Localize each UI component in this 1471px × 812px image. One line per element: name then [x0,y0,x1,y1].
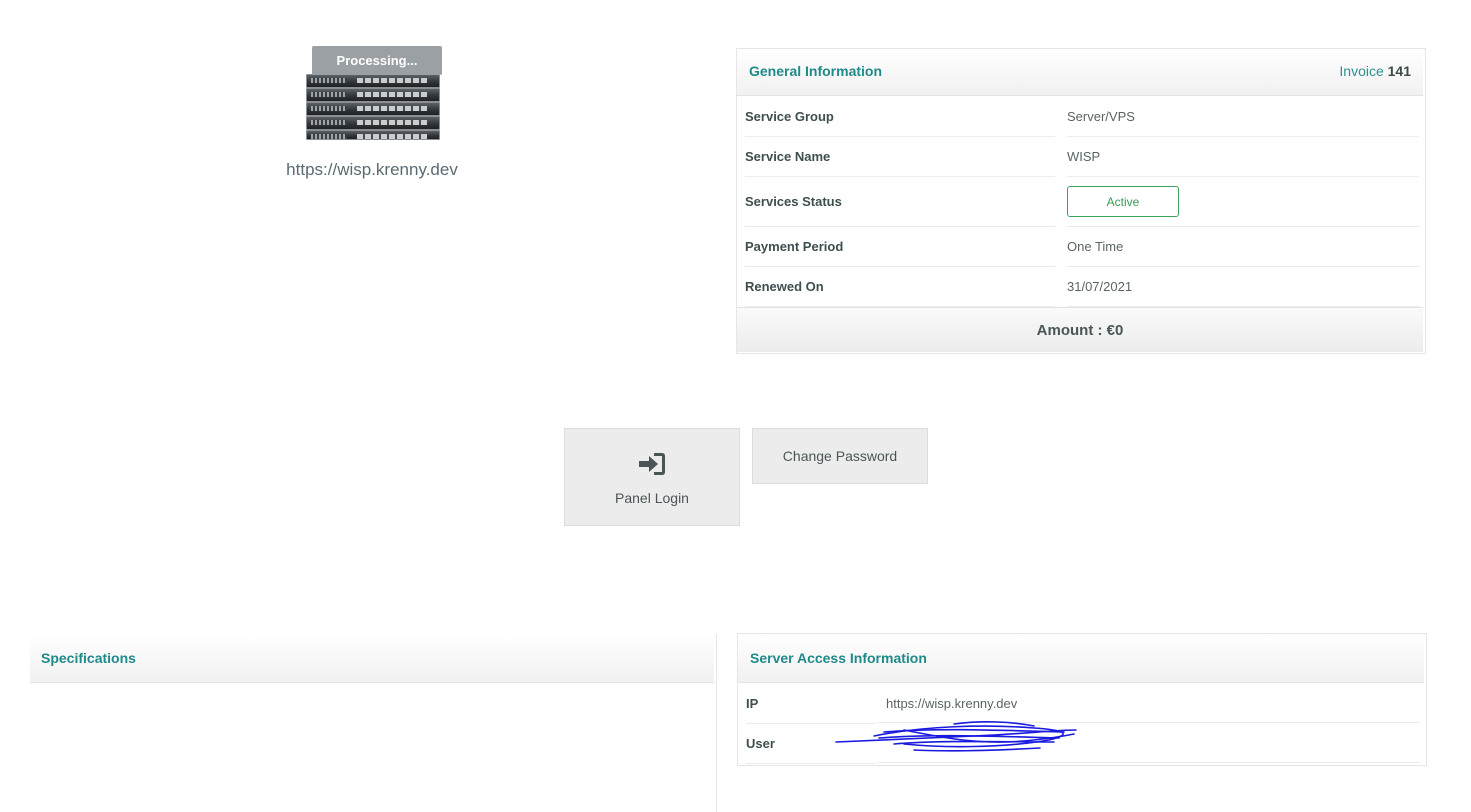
info-row-payment-period: Payment Period One Time [737,227,1423,267]
invoice-label: Invoice [1339,63,1384,79]
server-access-header: Server Access Information [738,634,1424,683]
info-label: Services Status [745,177,1055,227]
info-label: Payment Period [745,227,1055,267]
panel-login-button[interactable]: Panel Login [564,428,740,526]
info-value: WISP [1067,137,1419,177]
general-information-header: General Information Invoice 141 [737,49,1423,96]
status-badge: Active [1067,186,1179,217]
service-image: Processing... [304,40,450,140]
specifications-header: Specifications [30,634,714,683]
redaction-scribble [835,721,1077,752]
info-label: Renewed On [745,267,1055,307]
info-row-services-status: Services Status Active [737,177,1423,227]
server-access-card: Server Access Information IP https://wis… [737,633,1427,766]
server-access-title: Server Access Information [750,650,927,666]
specifications-title: Specifications [41,650,136,666]
info-label: Service Name [745,137,1055,177]
server-rack-unit [306,130,440,140]
amount-footer: Amount : €0 [737,307,1423,352]
info-value: One Time [1067,227,1419,267]
info-row-renewed-on: Renewed On 31/07/2021 [737,267,1423,307]
panel-login-label: Panel Login [615,489,689,506]
invoice-link[interactable]: Invoice 141 [1339,63,1411,79]
info-value: Active [1067,177,1419,227]
info-label: Service Group [745,97,1055,137]
server-rack-unit [306,88,440,102]
sign-in-icon [637,451,667,480]
info-row-service-group: Service Group Server/VPS [737,97,1423,137]
service-domain: https://wisp.krenny.dev [286,160,458,179]
invoice-number: 141 [1387,63,1411,79]
server-rack-unit [306,116,440,130]
server-rack-unit [306,102,440,116]
general-information-title: General Information [749,63,883,79]
info-value: Server/VPS [1067,97,1419,137]
change-password-button[interactable]: Change Password [752,428,928,484]
info-value: 31/07/2021 [1067,267,1419,307]
info-row-service-name: Service Name WISP [737,137,1423,177]
general-information-card: General Information Invoice 141 Service … [736,48,1426,354]
processing-overlay: Processing... [312,46,442,75]
column-divider [716,634,717,812]
server-rack-unit [306,74,440,88]
access-row-user: User [738,721,1424,764]
